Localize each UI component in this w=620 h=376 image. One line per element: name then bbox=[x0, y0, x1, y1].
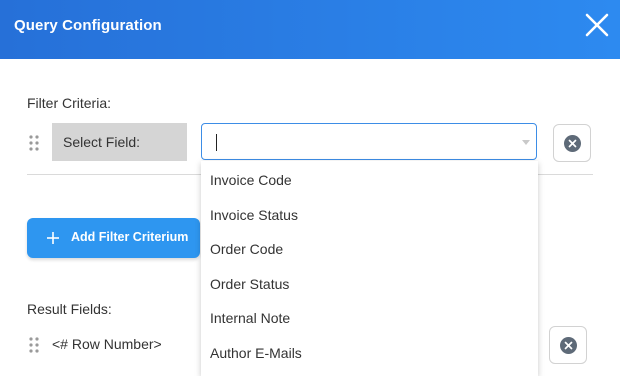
dropdown-option[interactable]: Invoice Code bbox=[210, 172, 292, 188]
dropdown-option[interactable]: Invoice Status bbox=[210, 207, 298, 223]
result-fields-label: Result Fields: bbox=[27, 301, 112, 317]
dropdown-option[interactable]: Order Status bbox=[210, 276, 289, 292]
dropdown-option[interactable]: Author E-Mails bbox=[210, 345, 302, 361]
clear-icon bbox=[564, 135, 581, 152]
clear-icon bbox=[560, 337, 577, 354]
drag-handle-icon[interactable] bbox=[28, 134, 40, 152]
select-field-label: Select Field: bbox=[52, 123, 187, 161]
plus-icon bbox=[47, 232, 59, 244]
close-button[interactable] bbox=[584, 12, 610, 38]
text-caret bbox=[216, 134, 217, 151]
close-icon bbox=[585, 13, 609, 37]
drag-handle-icon[interactable] bbox=[28, 336, 40, 354]
dialog-header: Query Configuration bbox=[0, 0, 620, 59]
select-field-label-text: Select Field: bbox=[63, 134, 141, 150]
result-field-label: <# Row Number> bbox=[52, 336, 162, 352]
add-filter-button[interactable]: Add Filter Criterium bbox=[27, 218, 200, 258]
add-filter-button-label: Add Filter Criterium bbox=[71, 230, 189, 244]
dropdown-option[interactable]: Order Code bbox=[210, 241, 283, 257]
remove-filter-button[interactable] bbox=[553, 124, 591, 162]
field-dropdown-list[interactable]: Invoice Code Invoice Status Order Code O… bbox=[201, 161, 538, 376]
remove-result-field-button[interactable] bbox=[549, 326, 587, 364]
dialog-title: Query Configuration bbox=[14, 17, 162, 34]
field-select-input[interactable] bbox=[201, 123, 537, 160]
filter-criteria-label: Filter Criteria: bbox=[27, 95, 112, 111]
chevron-down-icon[interactable] bbox=[522, 140, 530, 145]
dropdown-option[interactable]: Internal Note bbox=[210, 310, 290, 326]
